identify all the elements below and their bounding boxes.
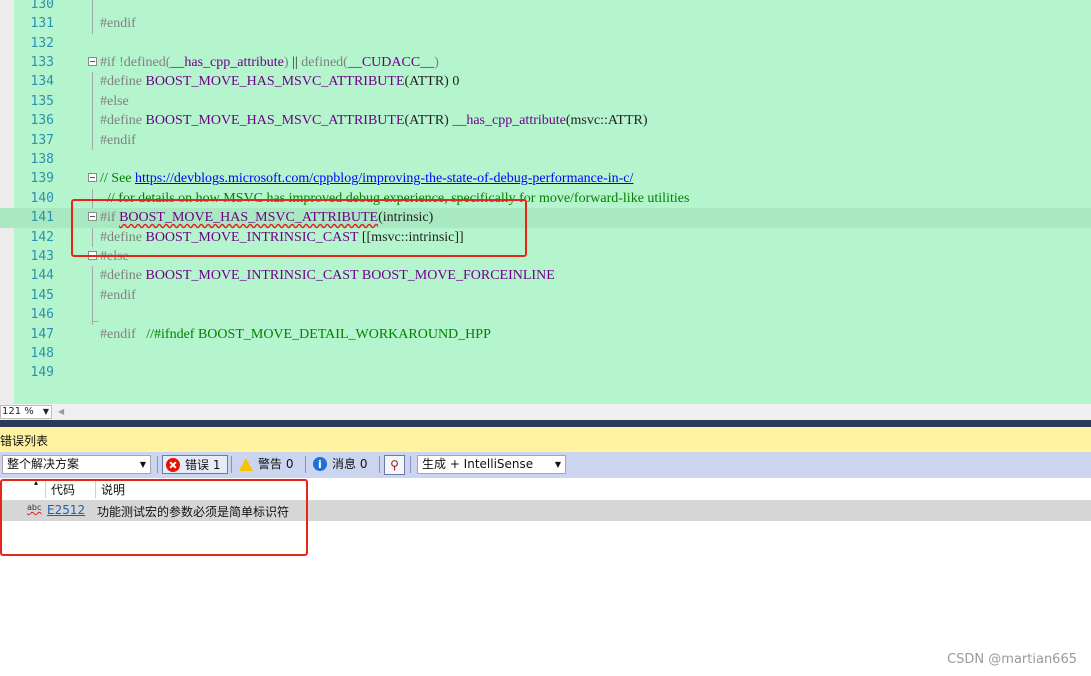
line-number: 143 bbox=[30, 249, 54, 264]
warnings-filter-button[interactable]: 警告 0 bbox=[236, 455, 300, 474]
code-text: #else bbox=[100, 93, 129, 109]
zoom-combo[interactable]: 121 % ▼ bbox=[0, 405, 52, 419]
toolbar-separator bbox=[410, 456, 411, 473]
collapse-icon[interactable] bbox=[88, 173, 97, 183]
error-list-title: 错误列表 bbox=[0, 434, 49, 448]
line-number: 139 bbox=[30, 171, 54, 187]
fold-guide bbox=[92, 72, 93, 92]
source-value: 生成 + IntelliSense bbox=[422, 457, 534, 471]
line-number: 149 bbox=[30, 365, 54, 381]
line-number: 148 bbox=[30, 346, 54, 361]
code-line[interactable]: 138 bbox=[0, 150, 1091, 169]
warning-icon bbox=[239, 458, 253, 471]
info-icon bbox=[313, 455, 327, 474]
scope-value: 整个解决方案 bbox=[7, 457, 80, 471]
code-text: #endif bbox=[100, 132, 136, 148]
toolbar-separator bbox=[231, 456, 232, 473]
source-dropdown[interactable]: 生成 + IntelliSense ▼ bbox=[417, 455, 566, 474]
toolbar-separator bbox=[379, 456, 380, 473]
fold-guide bbox=[92, 130, 93, 150]
code-text: #define BOOST_MOVE_INTRINSIC_CAST BOOST_… bbox=[100, 268, 555, 284]
line-number: 146 bbox=[30, 307, 54, 323]
line-number: 147 bbox=[30, 326, 54, 342]
collapse-icon[interactable] bbox=[88, 57, 97, 66]
code-text: #define BOOST_MOVE_HAS_MSVC_ATTRIBUTE(AT… bbox=[100, 113, 648, 129]
line-number: 132 bbox=[30, 35, 54, 51]
filter-icon: ⚲ bbox=[390, 458, 399, 472]
messages-filter-label: 消息 0 bbox=[332, 457, 368, 471]
error-icon bbox=[166, 458, 180, 472]
fold-guide bbox=[92, 0, 93, 15]
code-text: #endif bbox=[100, 16, 136, 32]
chevron-down-icon: ▼ bbox=[42, 407, 49, 416]
code-line[interactable]: 133 #if !defined(__has_cpp_attribute) || … bbox=[0, 53, 1091, 72]
filter-toggle-button[interactable]: ⚲ bbox=[384, 455, 405, 475]
line-number: 142 bbox=[30, 229, 54, 245]
fold-guide bbox=[92, 305, 98, 325]
code-line[interactable]: 137 #endif bbox=[0, 130, 1091, 150]
code-line[interactable]: 144 #define BOOST_MOVE_INTRINSIC_CAST BOO… bbox=[0, 266, 1091, 286]
scroll-left-icon[interactable]: ◀ bbox=[58, 407, 64, 416]
code-text: #if !defined(__has_cpp_attribute) || def… bbox=[100, 55, 439, 70]
code-line[interactable]: 131 #endif bbox=[0, 14, 1091, 34]
code-line[interactable]: 149 bbox=[0, 363, 1091, 382]
watermark: CSDN @martian665 bbox=[947, 652, 1077, 667]
fold-guide bbox=[92, 91, 93, 112]
code-line[interactable]: 139 // See https://devblogs.microsoft.com… bbox=[0, 169, 1091, 188]
fold-guide bbox=[92, 14, 93, 34]
code-text: #define BOOST_MOVE_HAS_MSVC_ATTRIBUTE(AT… bbox=[100, 74, 460, 90]
messages-filter-button[interactable]: 消息 0 bbox=[310, 455, 376, 474]
code-line[interactable]: 136 #define BOOST_MOVE_HAS_MSVC_ATTRIBUTE… bbox=[0, 111, 1091, 131]
code-text: // See https://devblogs.microsoft.com/cp… bbox=[100, 171, 634, 187]
panel-splitter[interactable] bbox=[0, 420, 1091, 427]
code-line[interactable]: 130 bbox=[0, 0, 1091, 15]
line-number: 141 bbox=[30, 210, 54, 226]
error-list-toolbar: 整个解决方案 ▼ 错误 1 警告 0 消息 0 ⚲ 生成 + IntelliSe… bbox=[0, 452, 1091, 478]
line-number: 130 bbox=[30, 0, 54, 12]
line-number: 138 bbox=[30, 152, 54, 167]
fold-guide bbox=[92, 111, 93, 131]
code-line[interactable]: 147 #endif //#ifndef BOOST_MOVE_DETAIL_WO… bbox=[0, 325, 1091, 344]
error-list-title-bar: 错误列表 bbox=[0, 427, 1091, 452]
line-number: 144 bbox=[30, 268, 54, 284]
editor-status-bar: 121 % ▼ ◀ bbox=[0, 404, 1091, 420]
code-line[interactable]: 134 #define BOOST_MOVE_HAS_MSVC_ATTRIBUTE… bbox=[0, 72, 1091, 92]
code-line[interactable]: 146 bbox=[0, 305, 1091, 325]
toolbar-separator bbox=[305, 456, 306, 473]
chevron-down-icon: ▼ bbox=[139, 460, 146, 469]
code-line[interactable]: 135 #else bbox=[0, 91, 1091, 112]
annotation-box-code bbox=[71, 199, 527, 257]
code-line[interactable]: 148 bbox=[0, 344, 1091, 363]
line-number: 131 bbox=[30, 16, 54, 32]
code-line[interactable]: 145 #endif bbox=[0, 285, 1091, 306]
code-line[interactable]: 132 bbox=[0, 34, 1091, 53]
toolbar-separator bbox=[157, 456, 158, 473]
code-text: #endif //#ifndef BOOST_MOVE_DETAIL_WORKA… bbox=[100, 326, 491, 342]
chevron-down-icon: ▼ bbox=[554, 460, 561, 469]
errors-filter-button[interactable]: 错误 1 bbox=[162, 455, 228, 474]
zoom-level: 121 % bbox=[2, 406, 34, 417]
code-text: #endif bbox=[100, 287, 136, 303]
fold-guide bbox=[92, 285, 93, 306]
annotation-box-error bbox=[0, 479, 308, 556]
fold-guide bbox=[92, 266, 93, 286]
line-number: 137 bbox=[30, 132, 54, 148]
scope-dropdown[interactable]: 整个解决方案 ▼ bbox=[2, 455, 151, 474]
errors-filter-label: 错误 1 bbox=[185, 458, 221, 472]
warnings-filter-label: 警告 0 bbox=[258, 457, 294, 471]
line-number: 134 bbox=[30, 74, 54, 90]
line-number: 135 bbox=[30, 93, 54, 109]
line-number: 140 bbox=[30, 190, 54, 206]
line-number: 133 bbox=[30, 55, 54, 70]
line-number: 145 bbox=[30, 287, 54, 303]
line-number: 136 bbox=[30, 113, 54, 129]
